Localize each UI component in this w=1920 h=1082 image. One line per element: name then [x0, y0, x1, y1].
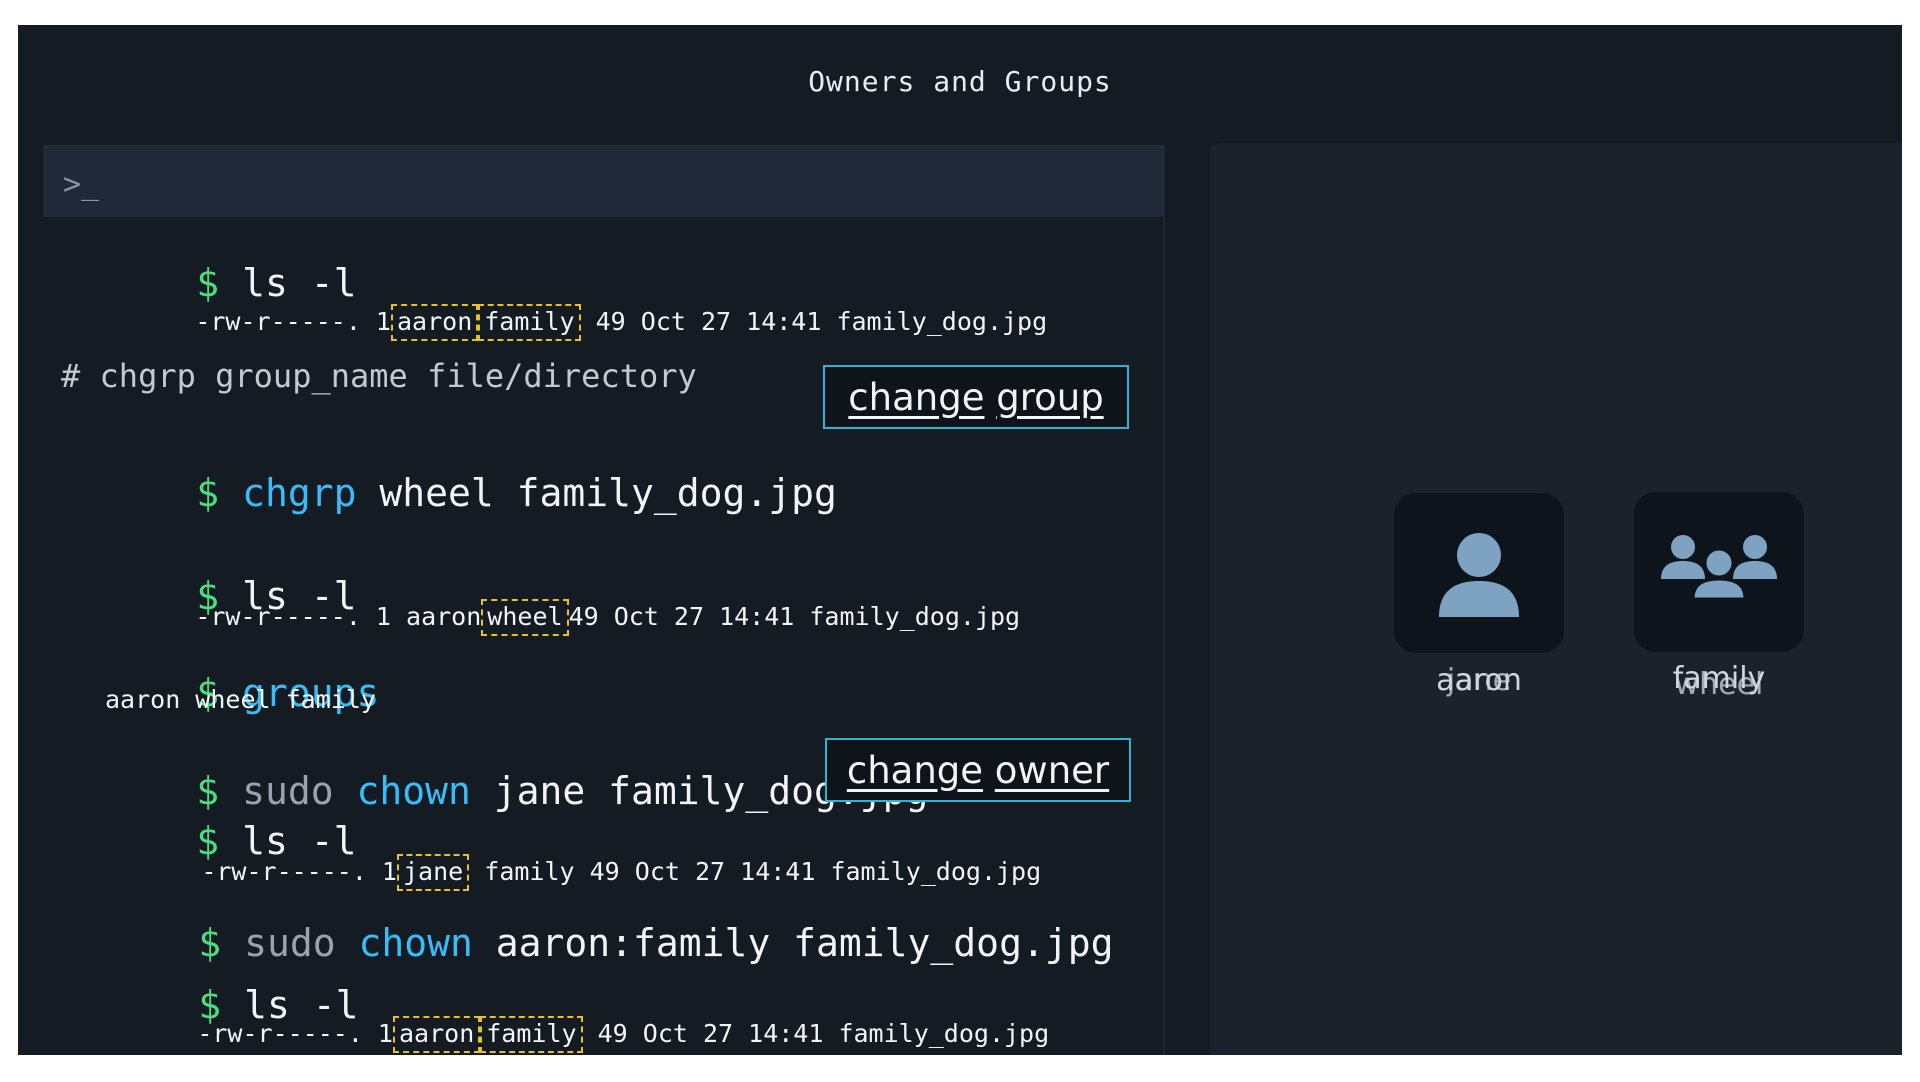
terminal-prompt-icon: >_ — [63, 167, 100, 202]
user-icon — [1439, 533, 1519, 617]
group-label-b: wheel — [1674, 667, 1764, 702]
highlight-group: wheel — [481, 599, 569, 636]
change-owner-word1: change — [846, 748, 984, 792]
change-group-word2: group — [996, 375, 1104, 419]
change-owner-word2: owner — [994, 748, 1110, 792]
stage: Owners and Groups >_ $ ls -l -rw-r-----.… — [18, 25, 1902, 1055]
user-label-b: jane — [1446, 663, 1512, 698]
highlight-owner: aaron — [392, 1016, 481, 1053]
change-group-button[interactable]: change group — [823, 365, 1129, 429]
syntax-comment: # chgrp group_name file/directory — [61, 357, 697, 395]
command-args: wheel family_dog.jpg — [379, 471, 837, 515]
output-perm: -rw-r-----. 1 — [195, 307, 391, 336]
output-rest: 49 Oct 27 14:41 family_dog.jpg — [595, 307, 1048, 336]
page-title: Owners and Groups — [808, 65, 1112, 98]
output-perm: -rw-r-----. 1 — [197, 1019, 393, 1048]
command-keyword: chown — [358, 921, 473, 965]
command-keyword: chown — [356, 769, 471, 813]
output-rest: 49 Oct 27 14:41 family_dog.jpg — [597, 1019, 1050, 1048]
highlight-group: family — [480, 1016, 583, 1053]
change-owner-button[interactable]: change owner — [825, 738, 1131, 802]
highlight-owner: aaron — [390, 304, 479, 341]
group-icon — [1661, 535, 1777, 601]
change-group-word1: change — [848, 375, 985, 419]
output-rest: 49 Oct 27 14:41 family_dog.jpg — [568, 602, 1021, 631]
command-keyword: chgrp — [242, 471, 357, 515]
output-line: -rw-r-----. 1 aaron family 49 Oct 27 14:41… — [105, 275, 1047, 370]
ownership-panel: aaron jane family wheel — [1210, 143, 1902, 1055]
highlight-group: family — [478, 304, 581, 341]
user-tile[interactable] — [1394, 493, 1564, 653]
prompt-dollar: $ — [196, 471, 220, 515]
output-line: aaron wheel family — [105, 685, 376, 714]
group-tile[interactable] — [1634, 492, 1804, 652]
terminal-window[interactable]: >_ $ ls -l -rw-r-----. 1 aaron family 49 O… — [43, 145, 1165, 1055]
command-args: aaron:family family_dog.jpg — [495, 921, 1114, 965]
output-line: -rw-r-----. 1 aaron family 49 Oct 27 14:41… — [107, 987, 1049, 1082]
terminal-titlebar: >_ — [43, 145, 1165, 217]
